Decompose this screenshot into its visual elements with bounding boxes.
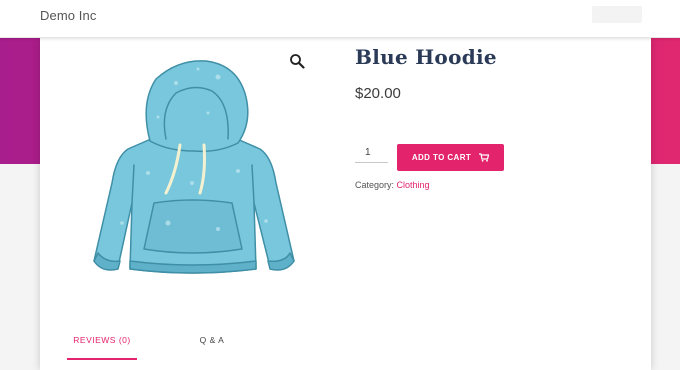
product-card: Blue Hoodie $20.00 ADD TO CART Category:… [40, 38, 651, 370]
category-link[interactable]: Clothing [397, 180, 430, 190]
add-to-cart-label: ADD TO CART [411, 153, 472, 162]
site-header: Demo Inc [0, 0, 680, 38]
tab-reviews[interactable]: REVIEWS (0) [67, 332, 137, 360]
product-category: Category: Clothing [355, 180, 430, 190]
quantity-input[interactable] [355, 143, 388, 163]
site-title[interactable]: Demo Inc [40, 8, 96, 23]
product-image-hoodie[interactable] [88, 53, 300, 285]
header-search-box[interactable] [592, 6, 642, 23]
product-price: $20.00 [355, 85, 401, 102]
add-to-cart-button[interactable]: ADD TO CART [397, 144, 504, 171]
shopping-cart-icon [479, 153, 490, 162]
zoom-magnifier-icon[interactable] [289, 53, 305, 69]
product-title: Blue Hoodie [355, 45, 497, 69]
tab-questions-answers[interactable]: Q & A [187, 332, 237, 360]
category-label: Category: [355, 180, 397, 190]
